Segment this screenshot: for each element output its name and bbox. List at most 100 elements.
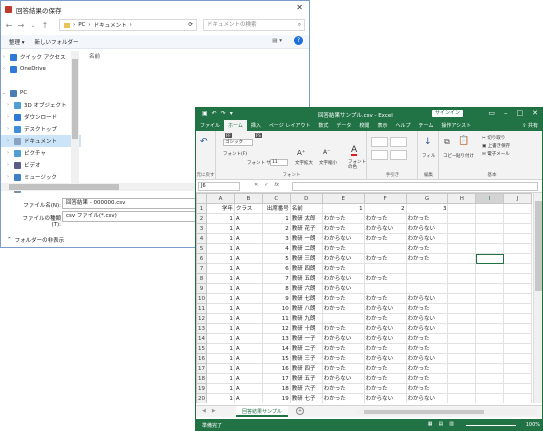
column-header[interactable]: G bbox=[405, 193, 449, 204]
column-header[interactable]: F bbox=[363, 193, 407, 204]
cell[interactable]: わかった bbox=[363, 383, 407, 394]
copy-icon[interactable]: ⧉ bbox=[444, 137, 450, 147]
row-header[interactable]: 5 bbox=[196, 243, 207, 254]
cell[interactable]: わかった bbox=[405, 243, 449, 254]
worksheet-table[interactable]: ABCDEFGHIJ 1 学年 クラス 出席番号 名前 1 2 3 2 1 A 1 教研 太郎 わかったわ… bbox=[196, 193, 532, 403]
column-header[interactable]: D bbox=[289, 193, 323, 204]
cell[interactable] bbox=[475, 313, 505, 324]
cell[interactable] bbox=[475, 293, 505, 304]
cell[interactable]: 1 bbox=[206, 263, 235, 274]
cell[interactable]: 教研 六子 bbox=[289, 383, 323, 394]
row-header[interactable]: 17 bbox=[196, 363, 207, 374]
breadcrumb-pc[interactable]: PC bbox=[78, 22, 85, 28]
cell[interactable]: 教研 五朗 bbox=[289, 273, 323, 284]
cell[interactable]: 教研 四朗 bbox=[289, 263, 323, 274]
cell[interactable]: わかった bbox=[321, 293, 365, 304]
cell[interactable]: 19 bbox=[261, 393, 291, 403]
cell[interactable] bbox=[503, 203, 532, 214]
cell[interactable]: A bbox=[233, 393, 263, 403]
cell[interactable]: わからない bbox=[405, 323, 449, 334]
style-sample[interactable] bbox=[390, 150, 407, 160]
cell[interactable]: 教研 九朗 bbox=[289, 313, 323, 324]
cell[interactable] bbox=[475, 373, 505, 384]
cell[interactable]: わかった bbox=[321, 303, 365, 314]
email-button[interactable]: ✉ 電子メール bbox=[482, 151, 510, 157]
cell[interactable]: わからない bbox=[363, 333, 407, 344]
cell[interactable] bbox=[405, 263, 449, 274]
expand-chevron-icon[interactable]: › bbox=[5, 102, 11, 108]
cell[interactable] bbox=[503, 303, 532, 314]
name-box[interactable]: J6 bbox=[198, 182, 240, 191]
worksheet-grid[interactable]: ABCDEFGHIJ 1 学年 クラス 出席番号 名前 1 2 3 2 1 A 1 教研 太郎 わかったわ… bbox=[196, 193, 532, 403]
row-header[interactable]: 12 bbox=[196, 313, 207, 324]
ribbon-display-icon[interactable]: ▭ bbox=[488, 109, 495, 117]
row-header[interactable]: 4 bbox=[196, 233, 207, 244]
cell[interactable] bbox=[503, 383, 532, 394]
cell[interactable]: わからない bbox=[405, 293, 449, 304]
cell[interactable]: 3 bbox=[261, 233, 291, 244]
cell[interactable]: A bbox=[233, 273, 263, 284]
tell-me-box[interactable]: 操作アシスト bbox=[437, 120, 475, 131]
cell[interactable]: A bbox=[233, 353, 263, 364]
cell[interactable]: 8 bbox=[261, 283, 291, 294]
ribbon-tab[interactable]: ページ レイアウト bbox=[265, 120, 315, 131]
breadcrumb-documents[interactable]: ドキュメント bbox=[94, 21, 127, 29]
cell[interactable]: A bbox=[233, 243, 263, 254]
cell[interactable]: A bbox=[233, 263, 263, 274]
row-header[interactable]: 18 bbox=[196, 373, 207, 384]
cell[interactable]: A bbox=[233, 303, 263, 314]
cell[interactable]: 10 bbox=[261, 303, 291, 314]
cell[interactable] bbox=[475, 383, 505, 394]
expand-chevron-icon[interactable]: › bbox=[5, 126, 11, 132]
cell[interactable] bbox=[475, 263, 505, 274]
expand-chevron-icon[interactable]: ⌄ bbox=[1, 90, 7, 96]
expand-chevron-icon[interactable]: › bbox=[5, 114, 11, 120]
forward-arrow-icon[interactable]: → bbox=[17, 21, 25, 30]
font-color-icon[interactable]: A bbox=[351, 146, 358, 156]
ribbon-tab[interactable]: データ bbox=[332, 120, 355, 131]
nav-item[interactable]: › ビデオ bbox=[1, 159, 81, 171]
column-header[interactable]: H bbox=[447, 193, 477, 204]
next-sheet-icon[interactable]: ▶ bbox=[212, 408, 216, 414]
cell[interactable] bbox=[363, 263, 407, 274]
column-header[interactable]: A bbox=[206, 193, 235, 204]
column-header[interactable]: I bbox=[475, 193, 505, 204]
cell[interactable]: 1 bbox=[206, 333, 235, 344]
nav-item[interactable]: › ミュージック bbox=[1, 171, 81, 183]
cell[interactable]: 1 bbox=[206, 363, 235, 374]
prev-sheet-icon[interactable]: ◀ bbox=[202, 408, 206, 414]
cell[interactable] bbox=[503, 353, 532, 364]
row-header[interactable]: 7 bbox=[196, 263, 207, 274]
cell[interactable]: 1 bbox=[206, 303, 235, 314]
cell[interactable] bbox=[475, 213, 505, 224]
expand-chevron-icon[interactable]: › bbox=[1, 66, 7, 72]
refresh-icon[interactable]: ⟳ bbox=[188, 22, 193, 28]
cell[interactable] bbox=[503, 223, 532, 234]
cell[interactable]: A bbox=[233, 383, 263, 394]
cell[interactable] bbox=[447, 343, 477, 354]
cell[interactable]: 1 bbox=[206, 273, 235, 284]
sign-in-button[interactable]: サインイン bbox=[432, 110, 464, 117]
cell[interactable]: A bbox=[233, 223, 263, 234]
cell[interactable] bbox=[503, 243, 532, 254]
close-icon[interactable]: ✕ bbox=[296, 3, 303, 12]
cell[interactable]: 出席番号 bbox=[261, 203, 291, 214]
cell[interactable]: 2 bbox=[261, 223, 291, 234]
ribbon-tab[interactable]: 表示 bbox=[373, 120, 391, 131]
cell[interactable]: 5 bbox=[261, 253, 291, 264]
cell[interactable] bbox=[405, 283, 449, 294]
style-sample[interactable] bbox=[390, 137, 407, 147]
cell[interactable]: A bbox=[233, 333, 263, 344]
cell[interactable]: 13 bbox=[261, 333, 291, 344]
hide-folders-toggle[interactable]: ⌃ フォルダーの非表示 bbox=[7, 236, 64, 244]
cell[interactable]: 学年 bbox=[206, 203, 235, 214]
cell[interactable]: わかった bbox=[405, 373, 449, 384]
cancel-icon[interactable]: ✕ bbox=[254, 182, 258, 188]
cell[interactable]: わかった bbox=[321, 243, 365, 254]
cell[interactable]: 教研 三朗 bbox=[289, 253, 323, 264]
cell[interactable]: A bbox=[233, 373, 263, 384]
cell[interactable] bbox=[475, 203, 505, 214]
cell[interactable] bbox=[447, 283, 477, 294]
up-arrow-icon[interactable]: ↑ bbox=[41, 21, 49, 30]
nav-item[interactable]: › ドキュメント bbox=[1, 135, 81, 147]
